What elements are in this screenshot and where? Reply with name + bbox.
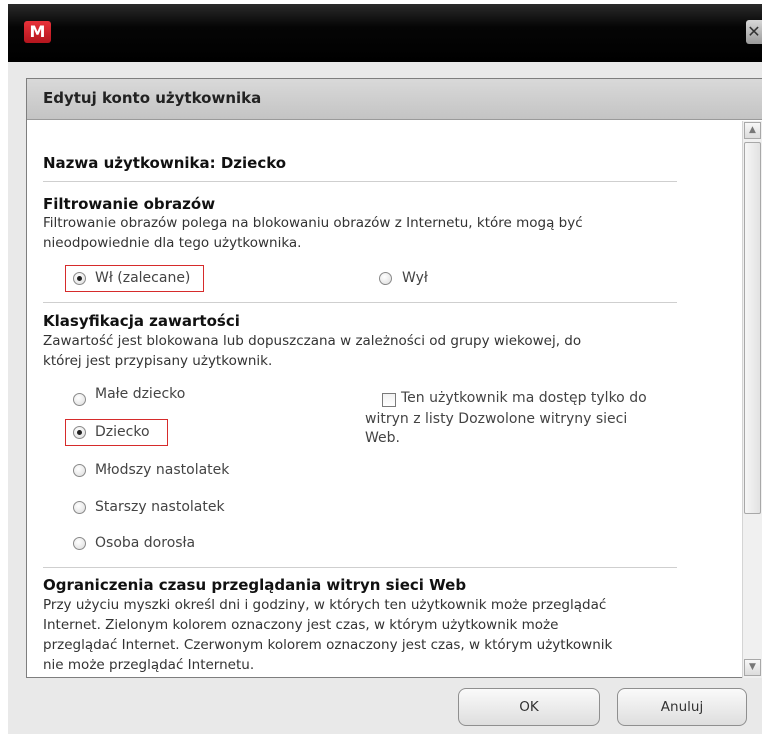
rating-young-teen-label[interactable]: Młodszy nastolatek	[95, 462, 229, 478]
allowed-sites-label-line2[interactable]: witryn z listy Dozwolone witryny sieci	[365, 411, 627, 427]
time-limits-line2: Internet. Zielonym kolorem oznaczony jes…	[43, 617, 559, 633]
filter-on-radio[interactable]	[73, 272, 86, 285]
filter-on-label[interactable]: Wł (zalecane)	[95, 270, 190, 286]
dialog-frame: Edytuj konto użytkownika Nazwa użytkowni…	[8, 62, 762, 734]
ok-button[interactable]: OK	[458, 688, 600, 726]
divider	[43, 567, 677, 568]
content-rating-desc-line2: której jest przypisany użytkownik.	[43, 353, 273, 369]
rating-adult-radio[interactable]	[73, 537, 86, 550]
close-icon[interactable]: ✕	[746, 20, 762, 44]
scroll-content: Nazwa użytkownika: Dziecko Filtrowanie o…	[27, 121, 727, 678]
rating-young-teen-radio[interactable]	[73, 464, 86, 477]
scroll-down-arrow-icon[interactable]: ▼	[744, 659, 761, 676]
rating-older-teen-radio[interactable]	[73, 501, 86, 514]
filter-off-radio[interactable]	[379, 272, 392, 285]
allowed-sites-label-line1[interactable]: Ten użytkownik ma dostęp tylko do	[401, 390, 647, 406]
time-limits-line3: przeglądać Internet. Czerwonym kolorem o…	[43, 637, 613, 653]
content-rating-title: Klasyfikacja zawartości	[43, 312, 240, 330]
edit-account-panel: Edytuj konto użytkownika Nazwa użytkowni…	[26, 78, 762, 678]
rating-child-radio[interactable]	[73, 426, 86, 439]
divider	[43, 181, 677, 182]
mcafee-logo-icon: M	[24, 21, 51, 43]
rating-older-teen-label[interactable]: Starszy nastolatek	[95, 499, 225, 515]
rating-small-child-label[interactable]: Małe dziecko	[95, 386, 185, 402]
content-rating-desc-line1: Zawartość jest blokowana lub dopuszczana…	[43, 333, 582, 349]
window-titlebar: M ✕	[8, 4, 762, 62]
cancel-button[interactable]: Anuluj	[617, 688, 747, 726]
image-filtering-desc-line2: nieodpowiednie dla tego użytkownika.	[43, 235, 302, 251]
scroll-thumb[interactable]	[744, 142, 761, 514]
time-limits-line4: nie może przeglądać Internetu.	[43, 657, 255, 673]
vertical-scrollbar[interactable]: ▲ ▼	[742, 121, 762, 678]
rating-adult-label[interactable]: Osoba dorosła	[95, 535, 195, 551]
rating-small-child-radio[interactable]	[73, 393, 86, 406]
scroll-up-arrow-icon[interactable]: ▲	[744, 122, 761, 139]
image-filtering-title: Filtrowanie obrazów	[43, 195, 216, 213]
image-filtering-desc-line1: Filtrowanie obrazów polega na blokowaniu…	[43, 215, 583, 231]
time-limits-title: Ograniczenia czasu przeglądania witryn s…	[43, 576, 467, 594]
divider	[43, 302, 677, 303]
user-name-label: Nazwa użytkownika: Dziecko	[43, 154, 287, 172]
allowed-sites-only-checkbox[interactable]	[382, 393, 396, 407]
panel-title: Edytuj konto użytkownika	[27, 79, 762, 120]
filter-off-label[interactable]: Wył	[402, 270, 428, 286]
time-limits-line1: Przy użyciu myszki określ dni i godziny,…	[43, 597, 607, 613]
allowed-sites-label-line3[interactable]: Web.	[365, 430, 400, 446]
rating-child-label[interactable]: Dziecko	[95, 424, 150, 440]
